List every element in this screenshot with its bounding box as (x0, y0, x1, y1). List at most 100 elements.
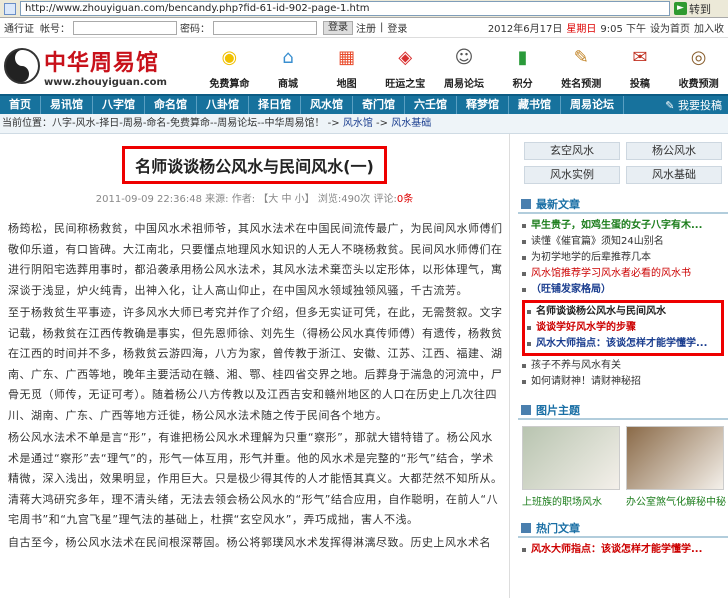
author-label: 作者: (231, 194, 256, 205)
main-nav-item[interactable]: 藏书馆 (509, 96, 561, 114)
section-bullet-icon (521, 199, 531, 209)
font-size-switch[interactable]: 【大 中 小】 (258, 194, 314, 205)
people-icon: ☺ (454, 46, 474, 68)
homepage-link[interactable]: 设为首页 (650, 20, 690, 35)
article-link[interactable]: 谈谈学好风水学的步骤 (527, 320, 719, 336)
article-link[interactable]: 为初学地学的后辈推荐几本 (522, 250, 724, 266)
main-nav-item[interactable]: 易讯馆 (41, 96, 93, 114)
main-nav-item[interactable]: 周易论坛 (561, 96, 624, 114)
chart-icon: ▮ (517, 46, 528, 68)
hot-articles-title: 热门文章 (536, 522, 580, 535)
latest-articles-header: 最新文章 (518, 196, 728, 214)
pencil-icon: ✎ (573, 46, 589, 68)
login-button[interactable]: 登录 (323, 20, 353, 35)
bullet-icon (527, 342, 531, 346)
article-paragraph: 杨筠松，民间称杨救贫，中国风水术祖师爷，其风水法术在中国民间流传最广，为民间风水… (8, 222, 503, 297)
top-nav-label: 周易论坛 (443, 79, 484, 90)
compass-icon: ◎ (690, 46, 707, 68)
category-tag[interactable]: 风水实例 (524, 166, 620, 184)
login-link[interactable]: 登录 (387, 20, 407, 35)
top-nav-label: 投稿 (629, 79, 650, 90)
article-title: 名师谈谈杨公风水与民间风水(一) (122, 146, 387, 184)
article-link-text: 读懂《催官篇》须知24山别名 (531, 236, 664, 247)
comments-count: 0条 (396, 194, 414, 205)
bullet-icon (522, 380, 526, 384)
picture-topic[interactable]: 上班族的职场风水 (522, 426, 620, 508)
article-link-text: 风水大师指点：该谈怎样才能学懂学... (531, 544, 703, 555)
time-text: 9:05 下午 (600, 24, 646, 35)
main-nav-item[interactable]: 命名馆 (145, 96, 197, 114)
top-nav-item[interactable]: ▦ 地图 (318, 42, 376, 91)
site-header: 中华周易馆 www.zhouyiguan.com ◉ 免费算命 ⌂ 商城 ▦ 地图 ◈ 旺运之… (0, 38, 728, 94)
main-nav-item[interactable]: 首页 (0, 96, 41, 114)
article-link[interactable]: 风水大师指点：该谈怎样才能学懂学... (522, 542, 724, 558)
main-nav-item[interactable]: 六壬馆 (405, 96, 457, 114)
main-nav-item[interactable]: 八字馆 (93, 96, 145, 114)
article-link[interactable]: 风水大师指点：该谈怎样才能学懂学... (527, 336, 719, 352)
article-link[interactable]: 早生贵子，如鸡生蛋的女子八字有木... (522, 218, 724, 234)
article-link-text: 早生贵子，如鸡生蛋的女子八字有木... (531, 220, 703, 231)
favorite-link[interactable]: 加入收 (694, 20, 724, 35)
category-tag[interactable]: 杨公风水 (626, 142, 722, 160)
article-link[interactable]: （旺铺发家格局） (522, 282, 724, 298)
top-nav-item[interactable]: ◎ 收费预测 (670, 42, 728, 91)
views-count: 490次 (341, 194, 371, 205)
article-link-text: 谈谈学好风水学的步骤 (536, 322, 636, 333)
article-link-text: 为初学地学的后辈推荐几本 (531, 252, 651, 263)
go-button[interactable]: ► 转到 (674, 1, 724, 16)
breadcrumb-sub[interactable]: 风水基础 (391, 118, 431, 129)
weekday-text: 星期日 (566, 24, 597, 35)
bullet-icon (522, 256, 526, 260)
arrow-right-icon: ► (674, 2, 687, 15)
article-link[interactable]: 名师谈谈杨公风水与民间风水 (527, 304, 719, 320)
category-tag[interactable]: 玄空风水 (524, 142, 620, 160)
top-nav-item[interactable]: ✎ 姓名预测 (552, 42, 610, 91)
article-link-text: 名师谈谈杨公风水与民间风水 (536, 306, 666, 317)
password-input[interactable] (213, 20, 317, 35)
main-nav-item[interactable]: 释梦馆 (457, 96, 509, 114)
highlighted-articles: 名师谈谈杨公风水与民间风水 谈谈学好风水学的步骤风水大师指点：该谈怎样才能学懂学.… (522, 300, 724, 356)
bullet-icon (522, 224, 526, 228)
article: 名师谈谈杨公风水与民间风水(一) 2011-09-09 22:36:48 来源:… (0, 134, 510, 598)
bullet-icon (522, 548, 526, 552)
article-body: 杨筠松，民间称杨救贫，中国风水术祖师爷，其风水法术在中国民间流传最广，为民间风水… (0, 205, 509, 553)
top-nav-label: 姓名预测 (561, 79, 602, 90)
article-link[interactable]: 如何请财神！请财神秘招 (522, 374, 724, 390)
submit-article-link[interactable]: ✎ 我要投稿 (665, 97, 728, 113)
article-link[interactable]: 风水馆推荐学习风水者必看的风水书 (522, 266, 724, 282)
top-nav-item[interactable]: ✉ 投稿 (611, 42, 669, 91)
article-link-text: 孩子不养与风水有关 (531, 360, 621, 371)
category-tag[interactable]: 风水基础 (626, 166, 722, 184)
article-link[interactable]: 读懂《催官篇》须知24山别名 (522, 234, 724, 250)
breadcrumb-section[interactable]: 风水馆 (343, 118, 373, 129)
register-link[interactable]: 注册 (356, 20, 376, 35)
article-paragraph: 杨公风水法术不单是言“形”，有谁把杨公风水术理解为只重“察形”，那就大错特错了。… (8, 431, 503, 526)
article-link[interactable]: 孩子不养与风水有关 (522, 358, 724, 374)
article-link-text: 风水大师指点：该谈怎样才能学懂学... (536, 338, 708, 349)
latest-articles-title: 最新文章 (536, 198, 580, 211)
url-input[interactable]: http://www.zhouyiguan.com/bencandy.php?f… (20, 1, 670, 16)
top-nav-item[interactable]: ☺ 周易论坛 (435, 42, 493, 91)
top-nav-item[interactable]: ◈ 旺运之宝 (376, 42, 434, 91)
top-nav-item[interactable]: ⌂ 商城 (259, 42, 317, 91)
section-bullet-icon (521, 523, 531, 533)
top-nav-item[interactable]: ▮ 积分 (494, 42, 552, 91)
site-logo[interactable]: 中华周易馆 www.zhouyiguan.com (4, 45, 200, 88)
bullet-icon (522, 364, 526, 368)
hot-articles-header: 热门文章 (518, 520, 728, 538)
main-nav-item[interactable]: 八卦馆 (197, 96, 249, 114)
go-label: 转到 (689, 2, 711, 16)
hot-articles-list: 风水大师指点：该谈怎样才能学懂学... (518, 538, 728, 558)
article-link-text: 风水馆推荐学习风水者必看的风水书 (531, 268, 691, 279)
account-input[interactable] (73, 20, 177, 35)
main-nav-item[interactable]: 风水馆 (301, 96, 353, 114)
top-nav-item[interactable]: ◉ 免费算命 (200, 42, 258, 91)
latest-articles-list: 早生贵子，如鸡生蛋的女子八字有木... 读懂《催官篇》须知24山别名 为初学地学的后… (518, 214, 728, 390)
main-nav: 首页 易讯馆 八字馆 命名馆 八卦馆 择日馆 风水馆 奇门馆 六壬馆 释梦馆 藏书馆 周易论坛 ✎ 我要… (0, 94, 728, 114)
article-link-text: （旺铺发家格局） (531, 284, 611, 295)
main-nav-item[interactable]: 奇门馆 (353, 96, 405, 114)
picture-topic[interactable]: 办公室煞气化解秘中秘 (626, 426, 726, 508)
main-nav-item[interactable]: 择日馆 (249, 96, 301, 114)
money-bag-icon: ◉ (221, 46, 238, 68)
logo-name: 中华周易馆 (44, 49, 160, 76)
